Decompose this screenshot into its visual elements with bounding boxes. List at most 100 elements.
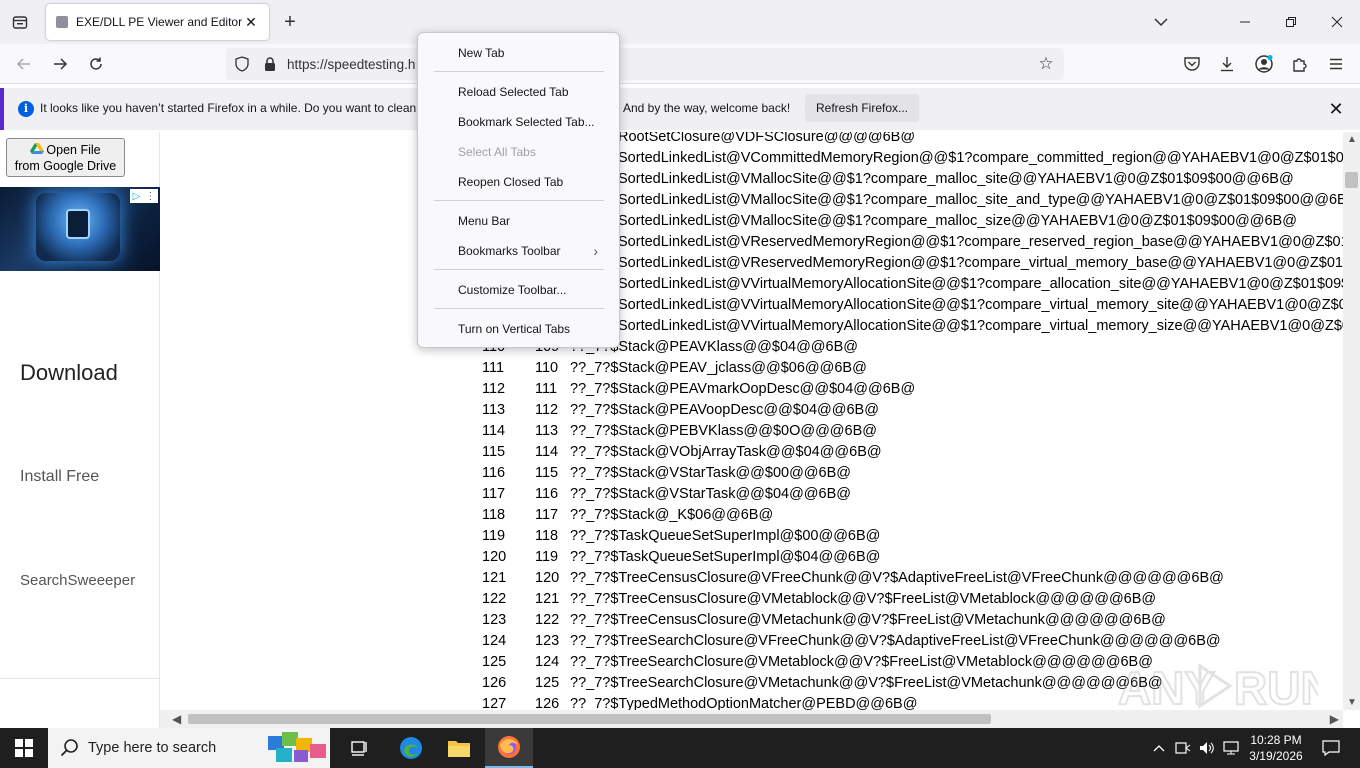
row-ordinal-cell: 119: [535, 549, 559, 565]
menu-item-label: New Tab: [458, 46, 505, 60]
chevron-up-icon: [1153, 745, 1165, 752]
new-tab-button[interactable]: +: [278, 10, 302, 34]
row-name-cell: ??_7?$TreeCensusClosure@VFreeChunk@@V?$A…: [570, 570, 1224, 586]
scroll-right-icon[interactable]: ▶: [1330, 712, 1339, 726]
menu-item-bookmarks-toolbar[interactable]: Bookmarks Toolbar ›: [434, 238, 604, 264]
menu-item-label: Turn on Vertical Tabs: [458, 322, 571, 336]
row-name-cell: ??_7?$Stack@VStarTask@@$00@@6B@: [570, 465, 851, 481]
reload-button[interactable]: [82, 50, 110, 78]
system-clock[interactable]: 10:28 PM 3/19/2026: [1242, 732, 1310, 764]
gdrive-button-line1: Open File: [46, 143, 101, 157]
taskbar-edge[interactable]: [387, 728, 435, 768]
sidebar-divider: [0, 678, 160, 679]
menu-item-reopen-closed-tab[interactable]: Reopen Closed Tab: [434, 169, 604, 195]
hamburger-menu-icon: [1330, 58, 1342, 70]
row-index-cell: 121: [482, 570, 507, 586]
firefox-view-icon: [12, 16, 28, 29]
row-index-cell: 127: [482, 696, 507, 710]
windows-taskbar: Type here to search 10:28 PM 3/19/2026: [0, 728, 1360, 768]
vertical-scroll-thumb[interactable]: [1345, 172, 1358, 188]
list-all-tabs-button[interactable]: [1150, 12, 1172, 32]
menu-item-turn-on-vertical-tabs[interactable]: Turn on Vertical Tabs: [434, 316, 604, 342]
network-button[interactable]: [1222, 728, 1240, 768]
refresh-firefox-button[interactable]: Refresh Firefox...: [805, 94, 919, 122]
menu-item-new-tab[interactable]: New Tab: [434, 40, 604, 66]
row-index-cell: 116: [482, 465, 506, 481]
install-free-link[interactable]: Install Free: [20, 468, 99, 486]
row-index-cell: 123: [482, 612, 507, 628]
show-hidden-icons-button[interactable]: [1150, 728, 1168, 768]
searchsweeeper-link[interactable]: SearchSweeeper: [20, 572, 135, 589]
row-name-cell: ??_7?$TreeSearchClosure@VFreeChunk@@V?$A…: [570, 633, 1221, 649]
menu-item-bookmark-selected-tab[interactable]: Bookmark Selected Tab...: [434, 109, 604, 135]
bookmark-star-icon[interactable]: ☆: [1036, 54, 1056, 74]
forward-button[interactable]: [46, 50, 74, 78]
menu-item-customize-toolbar[interactable]: Customize Toolbar...: [434, 277, 604, 303]
horizontal-scroll-thumb[interactable]: [188, 714, 991, 724]
row-index-cell: 126: [482, 675, 507, 691]
taskbar-search-box[interactable]: Type here to search: [48, 728, 330, 768]
action-center-button[interactable]: [1316, 728, 1346, 768]
start-button[interactable]: [0, 728, 48, 768]
meet-now-button[interactable]: [1174, 728, 1192, 768]
close-window-button[interactable]: [1314, 6, 1360, 38]
chevron-down-icon: [1154, 18, 1168, 27]
row-ordinal-cell: 113: [535, 423, 559, 439]
row-name-cell: SortedLinkedList@VMallocSite@@$1?compare…: [618, 192, 1343, 208]
menu-item-label: Menu Bar: [458, 214, 511, 228]
scroll-left-icon[interactable]: ◀: [172, 712, 181, 726]
firefox-view-button[interactable]: [8, 10, 32, 34]
vertical-scrollbar[interactable]: ▲ ▼: [1343, 132, 1360, 710]
minimize-icon: [1240, 21, 1250, 23]
taskbar-file-explorer[interactable]: [435, 728, 483, 768]
row-ordinal-cell: 110: [535, 360, 559, 376]
open-from-google-drive-button[interactable]: Open File from Google Drive: [6, 138, 125, 177]
menu-item-select-all-tabs[interactable]: Select All Tabs: [434, 139, 604, 165]
ad-lock-graphic: [66, 209, 90, 239]
url-text[interactable]: https://speedtesting.h: [287, 57, 415, 72]
clock-date: 3/19/2026: [1249, 749, 1303, 763]
row-name-cell: ??_7?$Stack@PEAVoopDesc@@$04@@6B@: [570, 402, 879, 418]
menu-item-label: Bookmark Selected Tab...: [458, 115, 595, 129]
app-menu-button[interactable]: [1324, 52, 1348, 76]
row-index-cell: 118: [482, 507, 506, 523]
row-ordinal-cell: 122: [535, 612, 560, 628]
pocket-icon: [1184, 57, 1200, 71]
scroll-up-icon[interactable]: ▲: [1347, 134, 1357, 145]
scroll-down-icon[interactable]: ▼: [1347, 697, 1357, 708]
url-bar[interactable]: https://speedtesting.h ☆: [226, 48, 1064, 80]
notification-close-icon[interactable]: ✕: [1326, 99, 1346, 119]
folder-icon: [448, 741, 470, 757]
download-link[interactable]: Download: [20, 360, 118, 386]
back-button[interactable]: [10, 50, 38, 78]
adchoices-icon[interactable]: ▷ ⋮: [130, 189, 158, 203]
downloads-button[interactable]: [1215, 52, 1239, 76]
row-index-cell: 117: [482, 486, 506, 502]
exports-table: RootSetClosure@VDFSClosure@@@@6B@ SortedL…: [160, 132, 1343, 710]
task-view-icon: [351, 741, 367, 756]
row-name-cell: ??_7?$TaskQueueSetSuperImpl@$00@@6B@: [570, 528, 881, 544]
row-index-cell: 120: [482, 549, 507, 565]
forward-arrow-icon: [54, 58, 68, 70]
lock-icon[interactable]: [262, 56, 278, 72]
task-view-button[interactable]: [336, 728, 384, 768]
restore-button[interactable]: [1268, 6, 1314, 38]
pocket-button[interactable]: [1180, 52, 1204, 76]
row-name-cell: RootSetClosure@VDFSClosure@@@@6B@: [618, 132, 916, 145]
volume-button[interactable]: [1198, 728, 1216, 768]
account-button[interactable]: [1252, 52, 1276, 76]
row-name-cell: SortedLinkedList@VMallocSite@@$1?compare…: [618, 171, 1294, 187]
menu-item-reload-selected-tab[interactable]: Reload Selected Tab: [434, 79, 604, 105]
row-ordinal-cell: 114: [535, 444, 559, 460]
tracking-protection-shield-icon[interactable]: [234, 56, 250, 72]
menu-item-menu-bar[interactable]: Menu Bar: [434, 208, 604, 234]
minimize-button[interactable]: [1222, 6, 1268, 38]
advertisement-image[interactable]: ▷ ⋮: [0, 187, 160, 271]
taskbar-firefox[interactable]: [485, 728, 533, 768]
row-ordinal-cell: 115: [535, 465, 559, 481]
menu-item-label: Customize Toolbar...: [458, 283, 567, 297]
browser-tab[interactable]: EXE/DLL PE Viewer and Editor ✕: [46, 4, 269, 40]
anyrun-watermark-logo: ANY RUN: [1118, 661, 1318, 715]
tab-close-icon[interactable]: ✕: [243, 14, 259, 30]
extensions-button[interactable]: [1288, 52, 1312, 76]
